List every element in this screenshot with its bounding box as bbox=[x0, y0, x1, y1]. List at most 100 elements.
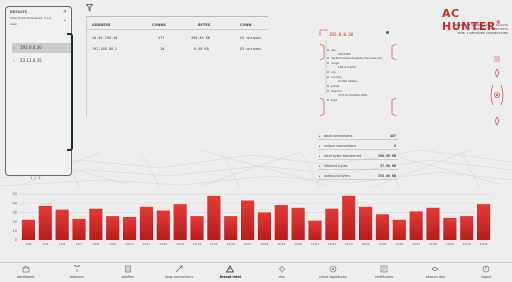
stat-marker-icon: ▸ bbox=[319, 144, 321, 148]
table-cell-conns: 10 bbox=[160, 47, 165, 51]
chart-bar[interactable] bbox=[224, 216, 238, 240]
chart-bar[interactable] bbox=[139, 206, 154, 240]
chart-bar[interactable] bbox=[358, 206, 373, 240]
host-field-value: Verified Global Registry Services LLC bbox=[327, 56, 382, 60]
table-cell-address[interactable]: 192.168.88.2 bbox=[92, 47, 117, 51]
chart-bar[interactable] bbox=[325, 208, 339, 240]
stat-label: unique connections bbox=[324, 144, 357, 148]
chart-bar[interactable] bbox=[308, 220, 322, 240]
y-tick-label: 20 bbox=[13, 220, 17, 224]
table-header-divider bbox=[86, 29, 268, 30]
results-source: zeek bbox=[10, 22, 18, 26]
chevron-down-icon[interactable]: ⌄ bbox=[63, 17, 67, 23]
long-connections-icon bbox=[175, 265, 183, 273]
chart-bar[interactable] bbox=[55, 209, 69, 240]
x-tick-label: 12/19 bbox=[277, 242, 285, 246]
y-tick-label: 50 bbox=[13, 192, 17, 196]
side-zoom-control[interactable] bbox=[490, 55, 504, 135]
x-tick-label: 12/20 bbox=[294, 242, 302, 246]
x-tick-label: 12/11 bbox=[142, 242, 150, 246]
host-status-indicator bbox=[386, 31, 389, 34]
x-tick-label: 12/14 bbox=[193, 242, 201, 246]
chart-bar[interactable] bbox=[38, 205, 52, 240]
stat-marker-icon: ▸ bbox=[319, 154, 321, 158]
results-pager[interactable]: 1 / 1 bbox=[30, 176, 41, 180]
x-tick-label: 12/13 bbox=[176, 242, 184, 246]
column-header-conn[interactable]: CONN bbox=[240, 23, 251, 27]
x-tick-label: 12/24 bbox=[362, 242, 370, 246]
table-cell-bytes: 0.58 KB bbox=[194, 47, 209, 51]
chart-bar[interactable] bbox=[207, 195, 221, 240]
host-ip: 192.0.0.30 bbox=[329, 32, 354, 37]
nav-item-client-signatures[interactable]: client signatures bbox=[311, 264, 355, 282]
x-tick-label: 12/29 bbox=[446, 242, 454, 246]
x-tick-label: 12/7 bbox=[76, 242, 83, 246]
chart-bar[interactable] bbox=[240, 200, 255, 240]
chart-bar[interactable] bbox=[409, 211, 423, 240]
result-item-2[interactable]: › 23.11.0.35 bbox=[12, 56, 72, 66]
stat-value: 487 bbox=[390, 134, 396, 138]
result-chevron-icon: › bbox=[13, 58, 15, 63]
stat-marker-icon: ▸ bbox=[319, 134, 321, 138]
nav-label: certificates bbox=[374, 275, 394, 279]
chart-bar[interactable] bbox=[291, 207, 305, 240]
stat-value: 37.98 KB bbox=[380, 164, 396, 168]
chart-bar[interactable] bbox=[72, 218, 86, 240]
nav-item-dashboard[interactable]: dashboard bbox=[4, 264, 48, 282]
chart-bar[interactable] bbox=[122, 217, 137, 240]
table-cell-bytes: 390.48 KB bbox=[191, 36, 210, 40]
chart-bar[interactable] bbox=[392, 219, 406, 240]
result-item-label: 23.11.0.35 bbox=[20, 58, 42, 63]
nav-item-beacons[interactable]: beacons bbox=[55, 264, 99, 282]
nav-item-long-connections[interactable]: long connections bbox=[157, 264, 201, 282]
chart-bar[interactable] bbox=[476, 204, 491, 240]
column-header-conns[interactable]: CONNS bbox=[152, 23, 166, 27]
filter-icon[interactable] bbox=[86, 4, 93, 12]
chart-bar[interactable] bbox=[460, 216, 474, 240]
column-header-bytes[interactable]: BYTES bbox=[198, 23, 210, 27]
chart-bar[interactable] bbox=[443, 217, 457, 240]
connections-chart: 0 10 20 30 40 50 12/4 12/5 12/6 12/7 12/8 12/9 12/10… bbox=[0, 188, 512, 258]
table-cell-address[interactable]: 10.55.250.10 bbox=[92, 36, 117, 40]
x-tick-label: 12/17 bbox=[244, 242, 252, 246]
chart-bar[interactable] bbox=[426, 207, 440, 240]
chart-bar[interactable] bbox=[156, 210, 170, 240]
chart-bar[interactable] bbox=[190, 216, 204, 240]
x-tick-label: 12/18 bbox=[260, 242, 268, 246]
close-icon[interactable]: × bbox=[63, 9, 67, 15]
nav-label: logout bbox=[481, 275, 492, 279]
chart-bar[interactable] bbox=[173, 204, 187, 240]
chart-bar[interactable] bbox=[89, 208, 103, 240]
nav-item-logout[interactable]: logout bbox=[464, 264, 508, 282]
column-header-address[interactable]: ADDRESS bbox=[92, 23, 111, 27]
host-field-label: org bbox=[327, 70, 336, 74]
host-field-label: tags bbox=[327, 98, 337, 102]
nav-label: dashboard bbox=[16, 275, 35, 279]
result-item-1[interactable]: › 192.0.0.30 bbox=[12, 43, 72, 53]
table-cell-conns: 477 bbox=[158, 36, 165, 40]
nav-item-profiles[interactable]: profiles bbox=[106, 264, 150, 282]
table-cell-conn: G3 uniques bbox=[240, 36, 262, 40]
table-divider bbox=[86, 17, 87, 117]
nav-item-threat-intel[interactable]: threat intel bbox=[208, 264, 252, 282]
table-cell-conn: G3 uniques bbox=[240, 47, 262, 51]
chart-bar[interactable] bbox=[21, 219, 36, 240]
x-tick-label: 12/15 bbox=[210, 242, 218, 246]
stat-label: inbound bytes bbox=[324, 164, 348, 168]
stat-label: total bytes transferred bbox=[324, 154, 362, 158]
chart-bar[interactable] bbox=[375, 214, 390, 240]
chart-svg: 0 10 20 30 40 50 12/4 12/5 12/6 12/7 12/8 12/9 12/10… bbox=[13, 192, 492, 246]
stat-total-bytes: ▸ total bytes transferred 390.98 KB bbox=[318, 152, 398, 160]
y-tick-label: 10 bbox=[13, 229, 17, 233]
chart-bar[interactable] bbox=[342, 195, 356, 240]
chart-bar[interactable] bbox=[106, 216, 120, 240]
chart-bar[interactable] bbox=[257, 212, 272, 240]
logout-icon bbox=[483, 265, 490, 273]
beacon-icon bbox=[73, 265, 81, 272]
chart-bar[interactable] bbox=[274, 205, 288, 240]
nav-item-beacon-dns[interactable]: beacon dns bbox=[413, 264, 457, 282]
nav-item-certificates[interactable]: certificates bbox=[362, 264, 406, 282]
nav-item-dns[interactable]: dns bbox=[260, 264, 304, 282]
x-tick-label: 12/25 bbox=[378, 242, 386, 246]
stat-total-connections: ▸ total connections 487 bbox=[318, 132, 398, 140]
